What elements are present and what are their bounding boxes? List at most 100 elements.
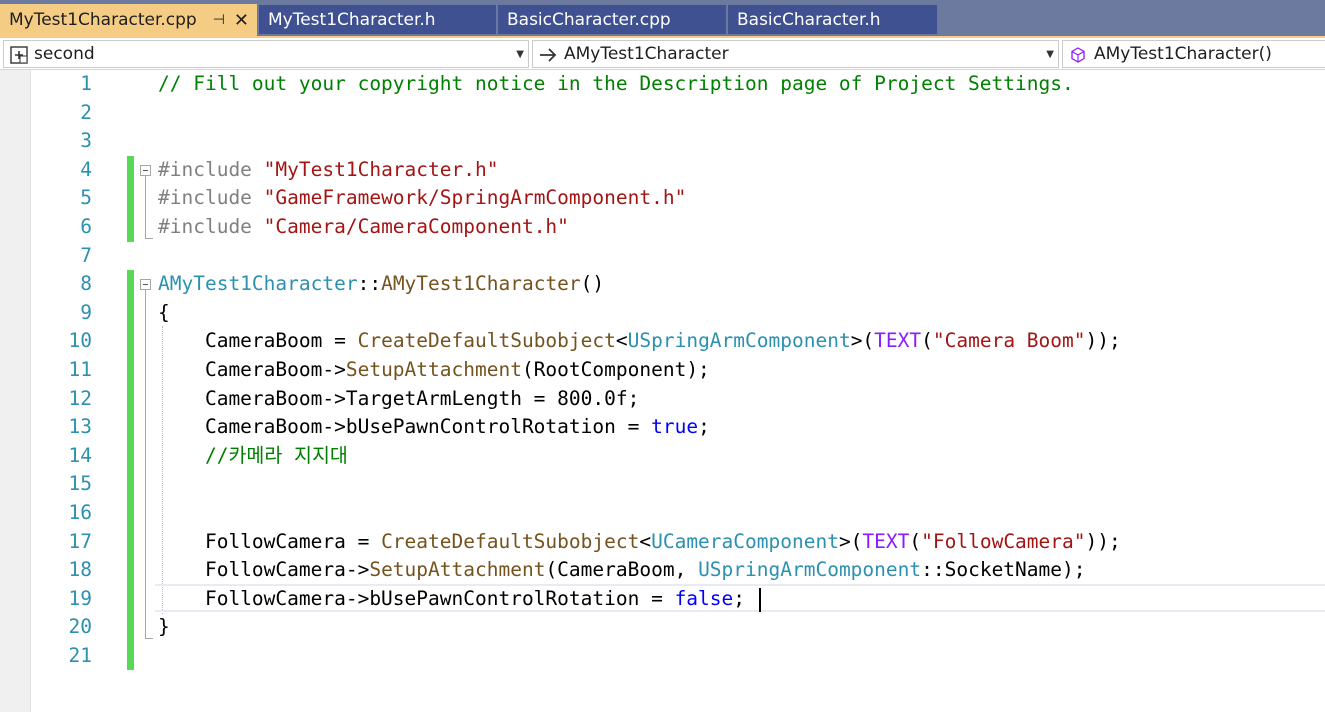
code-token: ::SocketName);	[921, 558, 1086, 582]
line-number: 6	[80, 215, 92, 238]
pin-icon[interactable]: ⊣	[213, 4, 225, 36]
project-dropdown[interactable]: second ▼	[3, 40, 529, 68]
code-line: //카메라 지지대	[158, 442, 348, 470]
line-number: 9	[80, 300, 92, 324]
tab-basiccharacter-cpp[interactable]: BasicCharacter.cpp	[498, 5, 726, 34]
line-number: 20	[68, 615, 92, 639]
code-editor[interactable]: 1 2 3 4 5 6 7 8 9 10 11 12 13 14 15 16 17 18 19 20 21 // Fil…	[0, 70, 1325, 712]
code-line: // Fill out your copyright notice in the…	[158, 70, 1074, 98]
code-line: AMyTest1Character::AMyTest1Character()	[158, 270, 604, 298]
code-token: ));	[1085, 329, 1121, 353]
outline-guide	[145, 290, 146, 638]
code-token: false	[674, 586, 734, 610]
code-token: TEXT	[874, 329, 922, 353]
navigation-bar: second ▼ AMyTest1Character ▼ AMyTest1Cha…	[0, 38, 1325, 70]
code-token: {	[158, 300, 170, 324]
code-line: FollowCamera->SetupAttachment(CameraBoom…	[158, 556, 1086, 584]
line-number: 4	[80, 157, 92, 181]
outline-guide	[145, 638, 153, 639]
code-token: true	[651, 415, 699, 439]
line-number: 12	[68, 386, 92, 410]
tab-label: MyTest1Character.h	[268, 10, 436, 30]
code-token: CameraBoom->TargetArmLength = 800.0f;	[158, 386, 640, 410]
tab-label: MyTest1Character.cpp	[9, 10, 197, 30]
project-value: second	[34, 44, 95, 64]
tab-mytest1character-h[interactable]: MyTest1Character.h	[259, 5, 496, 34]
line-number: 13	[68, 415, 92, 439]
member-dropdown[interactable]: AMyTest1Character()	[1062, 40, 1325, 68]
tab-mytest1character-cpp[interactable]: MyTest1Character.cpp ⊣ ✕	[0, 4, 257, 36]
code-token: SetupAttachment	[369, 558, 546, 582]
code-line: CameraBoom->bUsePawnControlRotation = tr…	[158, 413, 710, 441]
code-token: ::	[357, 272, 382, 296]
code-token: CreateDefaultSubobject	[381, 529, 640, 553]
tab-basiccharacter-h[interactable]: BasicCharacter.h	[728, 5, 937, 34]
code-token: CameraBoom->bUsePawnControlRotation =	[158, 415, 652, 439]
code-token: FollowCamera =	[158, 529, 382, 553]
code-token: ;	[698, 415, 710, 439]
code-token: CameraBoom->	[158, 358, 346, 381]
code-token: ));	[1085, 529, 1121, 553]
document-tab-bar: MyTest1Character.cpp ⊣ ✕ MyTest1Characte…	[0, 0, 1325, 36]
chevron-down-icon[interactable]: ▼	[1046, 41, 1054, 68]
code-token: AMyTest1Character	[158, 272, 358, 296]
change-marker	[127, 156, 134, 242]
line-number: 14	[68, 443, 92, 467]
code-token: >(	[838, 529, 863, 553]
code-token: }	[158, 615, 170, 639]
outline-guide	[145, 238, 153, 239]
line-number: 17	[68, 529, 92, 553]
code-line: FollowCamera->bUsePawnControlRotation = …	[158, 585, 745, 613]
code-token: FollowCamera->bUsePawnControlRotation =	[158, 586, 675, 610]
line-number: 7	[80, 243, 92, 267]
code-token: "GameFramework/SpringArmComponent.h"	[263, 186, 687, 210]
scope-value: AMyTest1Character	[564, 44, 729, 64]
line-number: 16	[68, 501, 92, 524]
line-number: 19	[68, 586, 92, 610]
code-token: FollowCamera->	[158, 558, 370, 582]
line-number: 3	[80, 129, 92, 153]
code-token: CreateDefaultSubobject	[357, 329, 616, 353]
code-token: ()	[580, 272, 605, 296]
code-line: CameraBoom = CreateDefaultSubobject<USpr…	[158, 327, 1121, 355]
outline-guide	[145, 176, 146, 238]
tab-label: BasicCharacter.cpp	[507, 10, 671, 30]
line-number: 15	[68, 472, 92, 496]
change-marker	[127, 270, 134, 670]
code-token: #include	[158, 215, 264, 238]
close-icon[interactable]: ✕	[234, 4, 249, 36]
line-number: 1	[80, 72, 92, 95]
code-token: SetupAttachment	[345, 358, 522, 381]
code-token: (RootComponent);	[521, 358, 710, 381]
collapse-icon[interactable]	[140, 279, 151, 290]
code-token: UCameraComponent	[651, 529, 839, 553]
line-number: 21	[68, 644, 92, 667]
code-token: CameraBoom =	[158, 329, 358, 353]
tab-label: BasicCharacter.h	[737, 10, 881, 30]
chevron-down-icon[interactable]: ▼	[516, 41, 524, 68]
collapse-icon[interactable]	[140, 165, 151, 176]
code-line: {	[158, 299, 170, 327]
line-number: 5	[80, 186, 92, 210]
code-token: >(	[850, 329, 875, 353]
code-line: #include "GameFramework/SpringArmCompone…	[158, 184, 686, 212]
code-token: "Camera Boom"	[932, 329, 1086, 353]
line-number: 11	[68, 358, 92, 381]
line-number: 18	[68, 558, 92, 582]
glyph-margin	[0, 70, 31, 712]
text-caret	[759, 588, 761, 612]
scope-dropdown[interactable]: AMyTest1Character ▼	[532, 40, 1059, 68]
code-token: #include	[158, 186, 264, 210]
code-token: USpringArmComponent	[627, 329, 851, 353]
code-token: "FollowCamera"	[921, 529, 1086, 553]
line-number: 8	[80, 272, 92, 296]
line-number: 10	[68, 329, 92, 353]
code-token: (CameraBoom,	[545, 558, 699, 582]
code-token: <	[615, 329, 628, 353]
code-token: "Camera/CameraComponent.h"	[263, 215, 569, 238]
code-token: // Fill out your copyright notice in the…	[158, 72, 1074, 95]
code-line: #include "Camera/CameraComponent.h"	[158, 213, 569, 241]
code-line: CameraBoom->SetupAttachment(RootComponen…	[158, 356, 710, 384]
code-token: (	[909, 529, 922, 553]
line-number: 2	[80, 100, 92, 124]
